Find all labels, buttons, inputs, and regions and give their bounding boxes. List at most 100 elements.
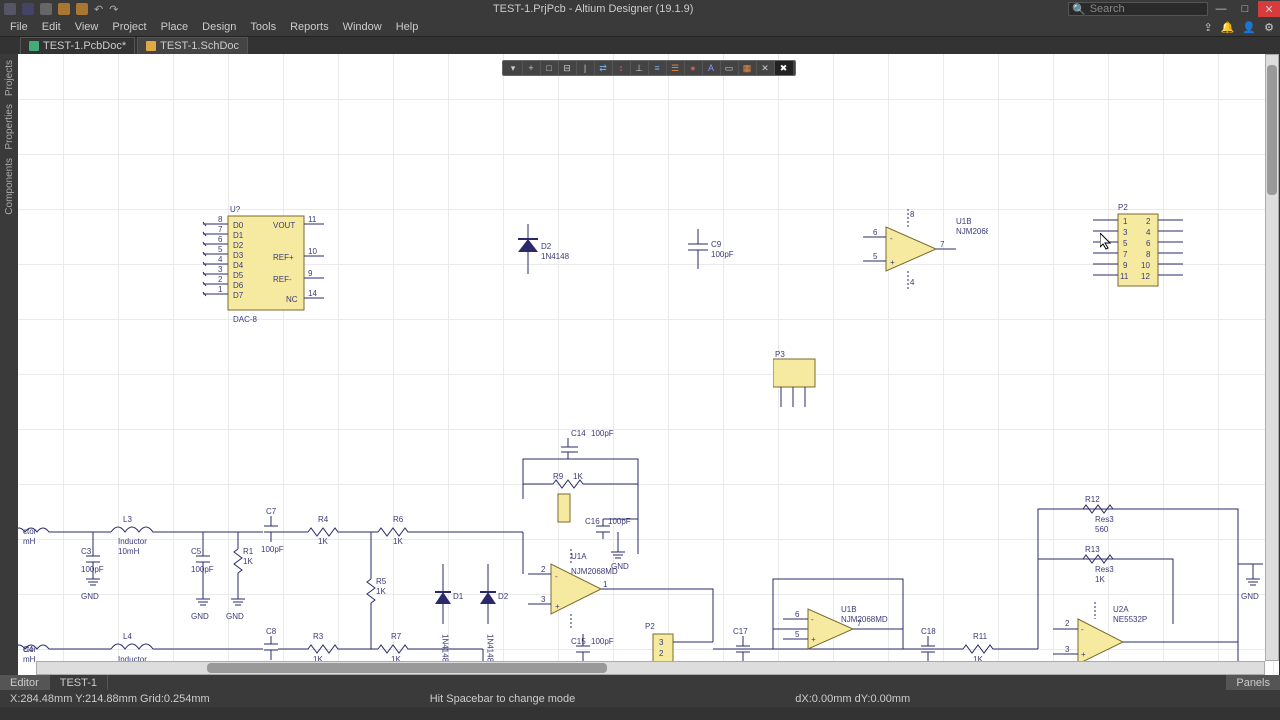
svg-text:R7: R7: [391, 632, 402, 641]
vertical-scrollbar[interactable]: [1265, 54, 1279, 661]
svg-text:3: 3: [541, 595, 546, 604]
open2-icon[interactable]: [76, 3, 88, 15]
new-icon[interactable]: [22, 3, 34, 15]
panels-button[interactable]: Panels: [1226, 675, 1280, 690]
svg-text:L3: L3: [123, 515, 132, 524]
minimize-button[interactable]: —: [1210, 1, 1232, 17]
tool-net[interactable]: ↕: [613, 61, 631, 75]
tool-stack2[interactable]: ☰: [667, 61, 685, 75]
menu-window[interactable]: Window: [343, 21, 382, 33]
open-icon[interactable]: [58, 3, 70, 15]
sidetab-properties[interactable]: Properties: [4, 104, 15, 150]
tool-rect2[interactable]: ⊟: [559, 61, 577, 75]
part-c9[interactable]: C9 100pF: [683, 229, 753, 279]
menu-help[interactable]: Help: [396, 21, 419, 33]
sidetab-components[interactable]: Components: [4, 158, 15, 215]
tab-schdoc[interactable]: TEST-1.SchDoc: [137, 37, 248, 54]
part-dac8[interactable]: U? D0D1D2D3 D4D5D6D7 VOUT REF+ REF- NC 8…: [188, 204, 328, 334]
svg-text:C8: C8: [266, 627, 277, 636]
h-scroll-thumb[interactable]: [207, 663, 607, 673]
schematic-canvas[interactable]: ▾ + □ ⊟ | ⇄ ↕ ⊥ ≡ ☰ ● A ▭ ▦ ✕ ✖ U? D0D1D…: [18, 54, 1279, 675]
svg-text:10: 10: [1141, 261, 1150, 270]
tool-cross[interactable]: +: [523, 61, 541, 75]
svg-text:C17: C17: [733, 627, 748, 636]
doc-name[interactable]: TEST-1: [50, 675, 108, 690]
svg-text:D4: D4: [233, 261, 244, 270]
close-button[interactable]: ✕: [1258, 1, 1280, 17]
tool-rect3[interactable]: ▭: [721, 61, 739, 75]
tool-bus[interactable]: ⇄: [595, 61, 613, 75]
svg-text:5: 5: [873, 252, 878, 261]
v-scroll-thumb[interactable]: [1267, 65, 1277, 195]
svg-text:C14: C14: [571, 429, 586, 438]
svg-text:12: 12: [1141, 272, 1150, 281]
search-icon: 🔍: [1072, 3, 1086, 16]
sidetab-projects[interactable]: Projects: [4, 60, 15, 96]
redo-icon[interactable]: ↷: [109, 3, 118, 16]
menu-place[interactable]: Place: [161, 21, 189, 33]
user-icon[interactable]: 👤: [1242, 21, 1256, 34]
svg-text:U?: U?: [230, 205, 241, 214]
part-u1b[interactable]: 8 4 -6 +5 7 U1B NJM2068MD: [848, 209, 988, 299]
part-p2[interactable]: P2 12 34 56 78 910 1112: [1078, 202, 1208, 292]
svg-text:D0: D0: [233, 221, 244, 230]
svg-text:100pF: 100pF: [591, 637, 614, 646]
svg-text:100pF: 100pF: [81, 565, 104, 574]
svg-text:2: 2: [659, 649, 664, 658]
menu-tools[interactable]: Tools: [250, 21, 276, 33]
tool-gnd[interactable]: ⊥: [631, 61, 649, 75]
svg-text:D6: D6: [233, 281, 244, 290]
svg-text:R1: R1: [243, 547, 254, 556]
save-icon[interactable]: [40, 3, 52, 15]
place-toolbar: ▾ + □ ⊟ | ⇄ ↕ ⊥ ≡ ☰ ● A ▭ ▦ ✕ ✖: [502, 60, 796, 76]
svg-text:6: 6: [873, 228, 878, 237]
svg-text:-: -: [811, 615, 814, 624]
svg-text:3: 3: [1123, 228, 1128, 237]
sch-icon: [146, 41, 156, 51]
schematic-main[interactable]: C14100pF R91K C16100pF GND 2- 3+ 1 U1ANJ…: [18, 424, 1273, 675]
svg-text:4: 4: [1146, 228, 1151, 237]
tab-pcbdoc[interactable]: TEST-1.PcbDoc*: [20, 37, 135, 54]
svg-text:1K: 1K: [318, 537, 328, 546]
svg-text:Res3: Res3: [1095, 515, 1114, 524]
tool-grid2[interactable]: ▦: [739, 61, 757, 75]
svg-text:10: 10: [308, 247, 317, 256]
svg-text:GND: GND: [191, 612, 209, 621]
notifications-icon[interactable]: 🔔: [1221, 21, 1235, 34]
maximize-button[interactable]: □: [1234, 1, 1256, 17]
share-icon[interactable]: ⇪: [1204, 21, 1213, 34]
svg-text:D2: D2: [498, 592, 509, 601]
window-title: TEST-1.PrjPcb - Altium Designer (19.1.9): [118, 3, 1068, 15]
tool-close[interactable]: ✖: [775, 61, 793, 75]
svg-text:1: 1: [603, 580, 608, 589]
svg-text:3: 3: [1065, 645, 1070, 654]
menu-view[interactable]: View: [75, 21, 99, 33]
menu-file[interactable]: File: [10, 21, 28, 33]
undo-icon[interactable]: ↶: [94, 3, 103, 16]
svg-text:8: 8: [1146, 250, 1151, 259]
tool-vert[interactable]: |: [577, 61, 595, 75]
tool-dot[interactable]: ●: [685, 61, 703, 75]
tool-x[interactable]: ✕: [757, 61, 775, 75]
settings-icon[interactable]: ⚙: [1264, 21, 1274, 34]
menu-design[interactable]: Design: [202, 21, 236, 33]
svg-text:R6: R6: [393, 515, 404, 524]
tool-text[interactable]: A: [703, 61, 721, 75]
menu-project[interactable]: Project: [112, 21, 146, 33]
menu-edit[interactable]: Edit: [42, 21, 61, 33]
tool-stack1[interactable]: ≡: [649, 61, 667, 75]
svg-text:1K: 1K: [1095, 575, 1105, 584]
horizontal-scrollbar[interactable]: [36, 661, 1265, 675]
tool-filter[interactable]: ▾: [505, 61, 523, 75]
menu-reports[interactable]: Reports: [290, 21, 329, 33]
tool-rect[interactable]: □: [541, 61, 559, 75]
svg-text:9: 9: [308, 269, 313, 278]
svg-text:1K: 1K: [573, 472, 583, 481]
editor-bar: Editor TEST-1 Panels: [0, 675, 1280, 690]
svg-text:100pF: 100pF: [591, 429, 614, 438]
editor-button[interactable]: Editor: [0, 675, 50, 690]
part-d2[interactable]: D2 1N4148: [513, 224, 583, 284]
part-p3[interactable]: P3: [773, 349, 833, 419]
search-input[interactable]: 🔍 Search: [1068, 2, 1208, 16]
svg-text:6: 6: [1146, 239, 1151, 248]
